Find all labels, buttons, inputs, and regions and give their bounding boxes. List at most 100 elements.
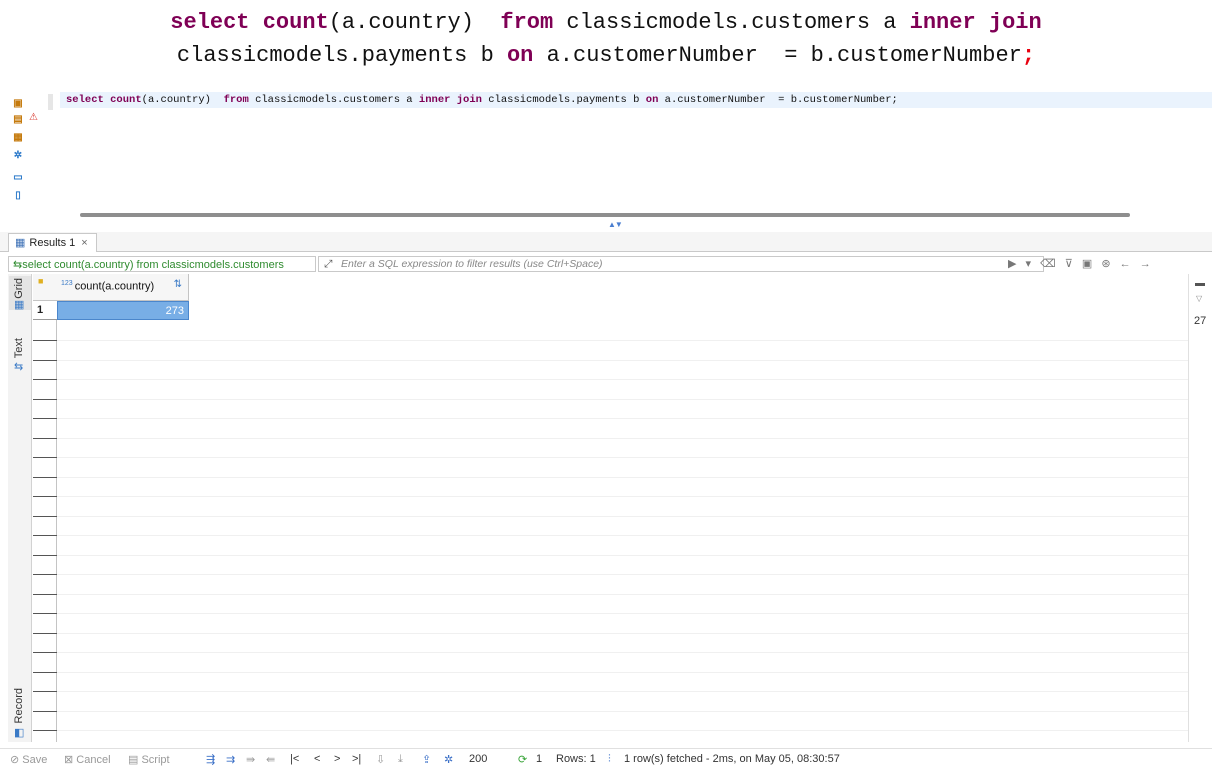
refresh-icon[interactable]: ⟳ [518,753,527,766]
text-icon: ⇆ [14,361,24,373]
fetch-settings-gear-icon[interactable]: ✲ [444,753,453,766]
tab-results-1[interactable]: ▦ Results 1 × [8,233,97,252]
grid-row-line [57,555,1188,556]
filter-history-icon[interactable]: ▾ [1026,257,1032,270]
save-icon: ⊘ [10,754,23,766]
table-icon: ▦ [15,237,26,249]
last-page-icon[interactable]: >| [352,753,361,765]
settings-gear-icon[interactable]: ✲ [12,150,24,162]
row-separator [33,438,57,439]
record-icon: ◧ [14,727,25,739]
grid-row-line [57,574,1188,575]
column-header[interactable]: 123 count(a.country) ⇅ [57,274,189,301]
caption-line-2: classicmodels.payments b on a.customerNu… [176,43,1036,68]
row-separator [33,691,57,692]
script-button[interactable]: ▤ Script [128,753,170,766]
results-tabbar: ▦ Results 1 × [0,232,1212,252]
refresh-count: 1 [536,753,543,765]
apply-filter-icon[interactable]: ▶ [1008,257,1016,270]
right-side-panel: ▬ ▽ 27 [1188,274,1212,742]
erase-filter-icon[interactable]: ⌫ [1040,257,1056,270]
row-separator [33,633,57,634]
grid-row-line [57,516,1188,517]
tab-record[interactable]: Record ◧ [9,686,31,739]
grid-row-line [57,340,1188,341]
expand-icon[interactable]: ⤢ [324,258,332,271]
fetch-size-input[interactable]: 200 [464,751,506,767]
row-separator [33,672,57,673]
grid-corner[interactable]: ■ [33,274,57,301]
execute-in-new-tab-icon[interactable]: ▤ [12,114,24,126]
sql-editor[interactable]: ▣ ▤ ⚠ ▦ ✲ ▭ ▯ select count(a.country) fr… [0,90,1212,229]
results-grid[interactable]: ■ 1 123 count(a.country) ⇅ 273 [33,274,1188,742]
rows-count: Rows: 1 [556,753,596,765]
fetch-all-icon[interactable]: ⤓ [398,753,403,766]
row-separator [33,399,57,400]
table-cell[interactable]: 273 [57,301,189,320]
lock-icon: ■ [38,276,44,286]
add-row-icon[interactable]: ⇉ [226,753,235,766]
explain-plan-icon[interactable]: ▭ [12,172,24,184]
grid-icon: ▦ [14,299,25,311]
row-separator [33,418,57,419]
filter-bar: ⇆select count(a.country) from classicmod… [8,255,1212,273]
tab-text[interactable]: Text ⇆ [9,336,31,373]
panels-icon[interactable]: ⊛ [1101,257,1110,270]
grid-row-line [57,438,1188,439]
cancel-icon: ⊠ [64,754,77,766]
filter-settings-icon[interactable]: ⊽ [1065,257,1073,270]
row-separator [33,535,57,536]
grid-row-line [57,711,1188,712]
save-button[interactable]: ⊘ Save [10,753,47,766]
grid-row-line [57,633,1188,634]
minimize-icon[interactable]: ▬ [1195,278,1205,289]
chevron-down-icon[interactable]: ▽ [1196,294,1202,303]
edit-row-icon[interactable]: ⇶ [206,753,215,766]
grid-row-line [57,691,1188,692]
row-number[interactable]: 1 [33,301,57,320]
caption-line-1: select count(a.country) from classicmode… [170,10,1042,35]
grid-row-line [57,379,1188,380]
save-filter-icon[interactable]: ▣ [1082,257,1092,270]
row-separator [33,730,57,731]
grid-row-line [57,613,1188,614]
row-separator [33,360,57,361]
row-separator [33,652,57,653]
query-icon: ⇆ [13,259,23,271]
tab-grid[interactable]: Grid ▦ [9,276,31,311]
editor-horizontal-scrollbar[interactable] [80,213,1130,217]
copy-row-icon[interactable]: ⇛ [246,753,255,766]
panel-splitter-arrows-icon[interactable]: ▲▼ [608,220,623,229]
first-page-icon[interactable]: |< [290,753,299,765]
grid-row-line [57,360,1188,361]
cancel-button[interactable]: ⊠ Cancel [64,753,111,766]
editor-toolbar: ▣ ▤ ⚠ ▦ ✲ ▭ ▯ [8,92,44,220]
row-separator [33,477,57,478]
execute-script-icon[interactable]: ▦ [12,132,24,144]
query-text-field[interactable]: ⇆select count(a.country) from classicmod… [8,256,316,272]
next-page-icon[interactable]: > [334,753,340,765]
row-header-column: ■ 1 [33,274,57,742]
grid-row-line [57,477,1188,478]
back-icon[interactable]: ← [1120,258,1131,270]
status-bar: ⊘ Save ⊠ Cancel ▤ Script ⇶ ⇉ ⇛ ⇚ |< < > … [0,748,1212,769]
fetch-next-icon[interactable]: ⇩ [376,753,385,766]
delete-row-icon[interactable]: ⇚ [266,753,275,766]
close-icon[interactable]: × [81,237,87,249]
grid-row-line [57,652,1188,653]
execute-statement-icon[interactable]: ▣ [12,98,24,110]
previous-page-icon[interactable]: < [314,753,320,765]
editor-code-line[interactable]: select count(a.country) from classicmode… [66,94,898,106]
load-script-icon[interactable]: ▯ [12,190,24,202]
row-separator [33,613,57,614]
row-separator [33,711,57,712]
row-separator [33,555,57,556]
warning-icon: ⚠ [29,112,38,123]
forward-icon[interactable]: → [1140,258,1151,270]
row-separator [33,340,57,341]
result-info-icon: ⫶ [608,753,611,765]
export-icon[interactable]: ⇪ [422,753,431,766]
sort-icon[interactable]: ⇅ [174,279,182,290]
filter-expression-input[interactable]: ⤢ Enter a SQL expression to filter resul… [318,256,1044,272]
side-panel-value: 27 [1194,315,1207,327]
